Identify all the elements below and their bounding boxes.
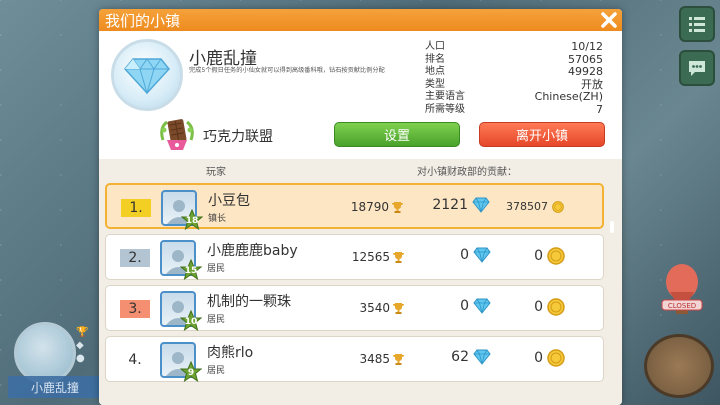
info-row-location: 地点 49928 <box>425 65 603 78</box>
coin-contribution: 0 <box>534 349 565 367</box>
gem-icon <box>473 247 491 263</box>
coin-icon <box>547 247 565 265</box>
coin-contribution: 0 <box>534 247 565 265</box>
gem-contribution: 0 <box>460 247 491 263</box>
close-icon <box>601 12 617 28</box>
gem-icon <box>472 197 490 213</box>
settings-button[interactable]: 设置 <box>334 122 460 147</box>
rank-badge: 3. <box>120 300 150 318</box>
gem-contribution: 62 <box>451 349 491 365</box>
trophy-count: 18790 <box>351 200 404 214</box>
coin-contribution: 378507 <box>506 200 564 213</box>
player-role: 居民 <box>207 315 226 325</box>
list-scrollbar[interactable] <box>610 221 614 233</box>
info-row-language: 主要语言 Chinese(ZH) <box>425 90 603 103</box>
coin-icon <box>547 349 565 367</box>
player-role: 居民 <box>207 366 226 376</box>
diamond-icon <box>124 58 170 95</box>
level-badge: 18 <box>181 209 203 231</box>
close-button[interactable] <box>598 9 620 31</box>
chat-bubble-icon <box>689 61 705 76</box>
trophy-icon <box>393 251 404 263</box>
level-number: 9 <box>187 368 195 378</box>
coin-contribution: 0 <box>534 298 565 316</box>
guild-info: 巧克力联盟 <box>157 116 273 156</box>
player-name: 小鹿鹿鹿baby <box>207 243 298 259</box>
player-list-area[interactable]: 玩家 对小镇财政部的贡献： 1. 18 小豆包 镇长 18790 2121 37… <box>99 159 622 405</box>
shop-building[interactable] <box>644 334 714 398</box>
chocolate-guild-icon <box>160 119 194 150</box>
town-description: 完成5个假日任务的小仙女就可以得到高级番科哦，钻石按贡献比例分配 <box>189 67 385 74</box>
chat-button[interactable] <box>679 50 715 86</box>
rank-badge: 1. <box>121 199 151 217</box>
leave-town-button[interactable]: 离开小镇 <box>479 122 605 147</box>
column-header-player: 玩家 <box>206 167 226 178</box>
player-name: 小豆包 <box>208 193 250 209</box>
town-badge-background[interactable] <box>14 322 76 384</box>
trophy-count: 3540 <box>359 301 405 315</box>
player-row[interactable]: 1. 18 小豆包 镇长 18790 2121 378507 <box>105 183 604 231</box>
coin-icon <box>552 200 564 213</box>
trophy-count: 3485 <box>359 352 405 366</box>
gem-contribution: 2121 <box>432 197 490 213</box>
closed-sign-label: CLOSED <box>668 302 696 310</box>
info-row-required-level: 所需等级 7 <box>425 102 603 116</box>
dialog-header: 我们的小镇 <box>99 9 622 31</box>
player-name: 肉熊rlo <box>207 345 254 361</box>
trophy-icon <box>393 353 404 365</box>
balloon-icon[interactable]: CLOSED <box>660 262 704 318</box>
level-badge: 10 <box>180 310 202 332</box>
gem-icon <box>473 349 491 365</box>
rank-badge: 2. <box>120 249 150 267</box>
list-icon <box>689 17 705 32</box>
coin-icon <box>547 298 565 316</box>
player-role: 镇长 <box>208 214 227 224</box>
level-number: 10 <box>184 317 198 327</box>
town-info-table: 人口 10/12 排名 57065 地点 49928 类型 开放 主要语言 Chinese… <box>425 40 603 116</box>
trophy-icon <box>393 302 404 314</box>
gem-contribution: 0 <box>460 298 491 314</box>
player-row[interactable]: 3. 10 机制的一颗珠 居民 3540 0 0 <box>105 285 604 332</box>
level-number: 15 <box>184 266 198 276</box>
level-badge: 9 <box>180 361 202 383</box>
level-number: 18 <box>185 216 199 226</box>
player-name: 机制的一颗珠 <box>207 294 291 310</box>
dialog-title: 我们的小镇 <box>105 11 181 30</box>
info-row-population: 人口 10/12 <box>425 40 603 53</box>
player-role: 居民 <box>207 264 226 274</box>
level-badge: 15 <box>180 259 202 281</box>
column-header-contribution: 对小镇财政部的贡献： <box>417 167 517 178</box>
player-row[interactable]: 2. 15 小鹿鹿鹿baby 居民 12565 0 0 <box>105 234 604 281</box>
background-stats: 🏆 ◆ ● <box>76 327 89 364</box>
guild-name: 巧克力联盟 <box>203 129 273 145</box>
player-row[interactable]: 4. 9 肉熊rlo 居民 3485 62 0 <box>105 336 604 383</box>
town-label-background[interactable]: 小鹿乱撞 <box>8 376 102 398</box>
town-badge <box>111 39 183 111</box>
town-dialog: 我们的小镇 小鹿乱撞 完成5个假日任务的小仙女就可以得到高级番科哦，钻石按贡献比… <box>99 9 622 405</box>
player-rows: 1. 18 小豆包 镇长 18790 2121 378507 2. 15 小鹿鹿… <box>105 183 604 387</box>
rank-badge: 4. <box>128 352 142 368</box>
gem-icon <box>473 298 491 314</box>
trophy-icon <box>392 201 403 213</box>
menu-list-button[interactable] <box>679 6 715 42</box>
trophy-count: 12565 <box>352 250 405 264</box>
